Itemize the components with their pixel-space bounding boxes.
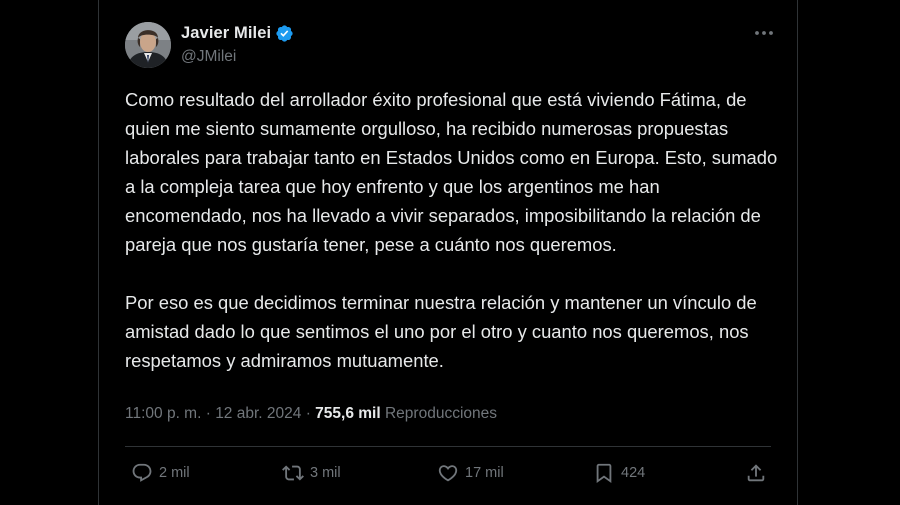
views-count: 755,6 mil bbox=[315, 405, 381, 422]
repost-icon bbox=[282, 465, 304, 481]
like-count: 17 mil bbox=[465, 465, 504, 481]
author-info: Javier Milei @JMilei bbox=[181, 23, 294, 66]
heart-icon bbox=[438, 465, 458, 482]
meta-separator: · bbox=[301, 405, 316, 422]
share-icon bbox=[747, 464, 765, 482]
tweet-card[interactable]: Javier Milei @JMilei Como resultado del … bbox=[98, 0, 798, 505]
name-row: Javier Milei bbox=[181, 23, 294, 43]
tweet-time[interactable]: 11:00 p. m. bbox=[125, 405, 201, 422]
views-label: Reproducciones bbox=[384, 405, 497, 422]
tweet-paragraph-2: Por eso es que decidimos terminar nuestr… bbox=[125, 292, 757, 371]
bookmark-button[interactable]: 424 bbox=[593, 462, 645, 484]
reply-count: 2 mil bbox=[159, 465, 190, 481]
verified-badge-icon[interactable] bbox=[275, 24, 294, 43]
more-horizontal-icon[interactable] bbox=[753, 24, 775, 42]
tweet-text: Como resultado del arrollador éxito prof… bbox=[125, 85, 785, 375]
tweet-meta: 11:00 p. m. · 12 abr. 2024 · 755,6 mil R… bbox=[125, 405, 497, 423]
action-bar: 2 mil 3 mil 17 mil 424 bbox=[125, 462, 771, 488]
tweet-paragraph-1: Como resultado del arrollador éxito prof… bbox=[125, 89, 778, 255]
handle[interactable]: @JMilei bbox=[181, 48, 294, 66]
bookmark-count: 424 bbox=[621, 465, 646, 481]
avatar-photo bbox=[125, 22, 171, 68]
meta-separator: · bbox=[201, 405, 216, 422]
repost-button[interactable]: 3 mil bbox=[282, 462, 341, 484]
reply-icon bbox=[132, 463, 152, 482]
bookmark-icon bbox=[596, 463, 612, 484]
screenshot-frame: Javier Milei @JMilei Como resultado del … bbox=[0, 0, 900, 505]
repost-count: 3 mil bbox=[310, 465, 341, 481]
reply-button[interactable]: 2 mil bbox=[131, 462, 190, 484]
display-name[interactable]: Javier Milei bbox=[181, 24, 271, 43]
avatar[interactable] bbox=[125, 22, 171, 68]
like-button[interactable]: 17 mil bbox=[437, 462, 504, 484]
share-button[interactable] bbox=[745, 462, 773, 484]
tweet-date[interactable]: 12 abr. 2024 bbox=[215, 405, 301, 422]
divider bbox=[125, 446, 771, 447]
